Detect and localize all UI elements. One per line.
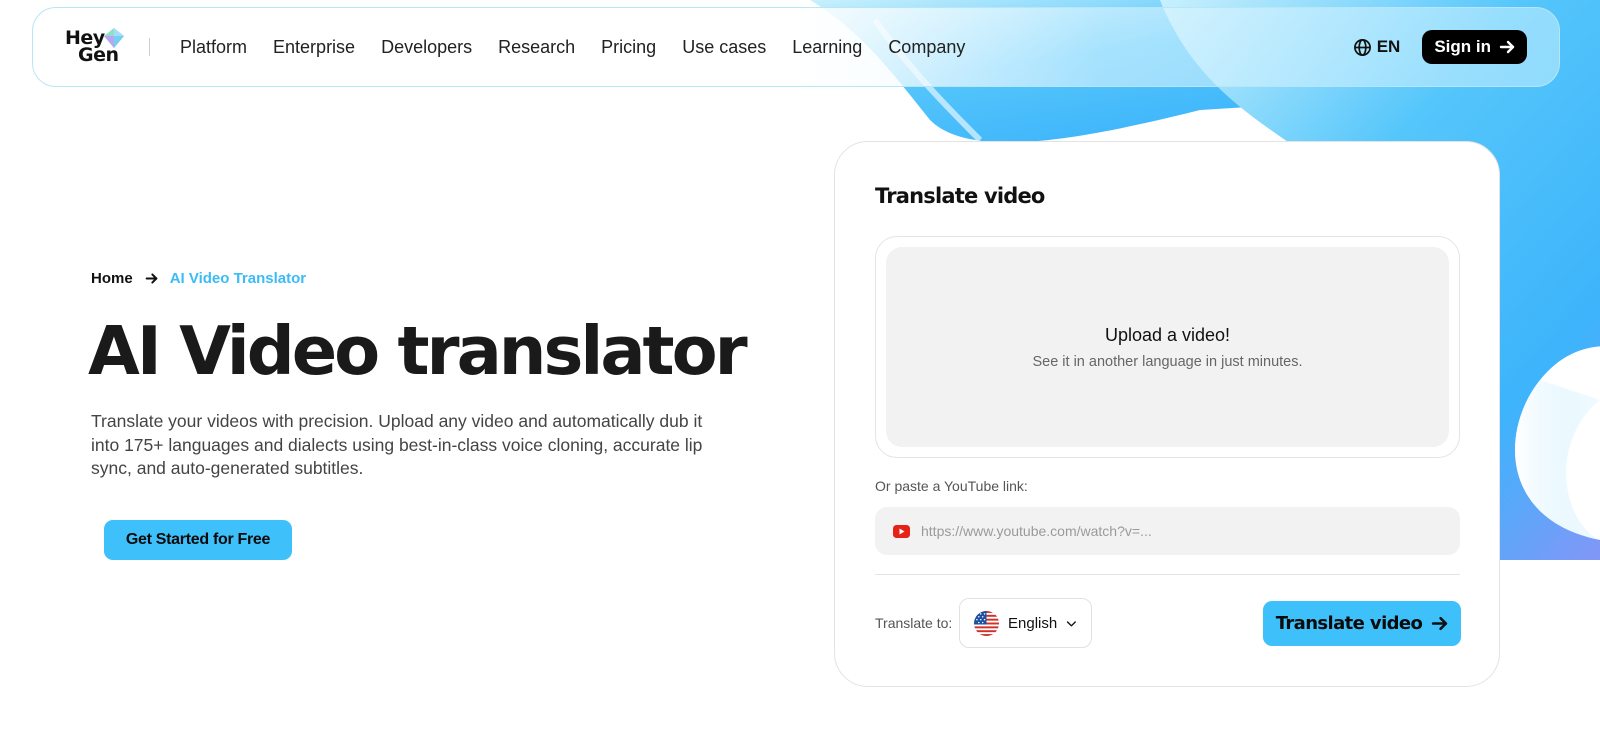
translate-video-card: Translate video Upload a video! See it i… (834, 141, 1500, 687)
language-code: EN (1376, 37, 1401, 56)
globe-icon (1353, 38, 1371, 56)
language-selector[interactable]: EN (1353, 37, 1401, 57)
target-language-select[interactable]: English (959, 598, 1092, 648)
upload-title: Upload a video! (1104, 324, 1231, 345)
breadcrumb: Home AI Video Translator (91, 270, 306, 287)
page-title: AI Video translator (88, 312, 748, 390)
youtube-link-label: Or paste a YouTube link: (875, 478, 1028, 494)
translate-video-button[interactable]: Translate video (1263, 601, 1461, 646)
translate-to-label: Translate to: (875, 615, 953, 631)
translate-button-label: Translate video (1275, 613, 1423, 634)
nav-link-learning[interactable]: Learning (792, 37, 862, 58)
heygen-logo[interactable]: Hey Gen (65, 25, 135, 69)
breadcrumb-home-link[interactable]: Home (91, 270, 133, 287)
nav-link-enterprise[interactable]: Enterprise (273, 37, 355, 58)
chevron-down-icon (1067, 620, 1077, 627)
upload-dropzone[interactable]: Upload a video! See it in another langua… (886, 247, 1449, 447)
nav-links: Platform Enterprise Developers Research … (180, 37, 991, 58)
breadcrumb-current: AI Video Translator (169, 270, 307, 287)
arrow-right-icon (1499, 40, 1515, 54)
arrow-right-icon (1432, 616, 1448, 631)
hero-description: Translate your videos with precision. Up… (91, 411, 703, 478)
logo-gem-icon (104, 28, 124, 48)
nav-right-actions: EN Sign in (1353, 30, 1527, 64)
nav-link-use-cases[interactable]: Use cases (682, 37, 766, 58)
sign-in-label: Sign in (1434, 37, 1491, 56)
nav-link-developers[interactable]: Developers (381, 37, 472, 58)
card-title: Translate video (875, 184, 1045, 208)
divider (875, 574, 1460, 575)
youtube-icon (893, 524, 910, 538)
arrow-right-icon (145, 273, 158, 284)
us-flag-icon (974, 610, 999, 636)
top-navigation-bar: Hey Gen Platform Enterprise Developers R… (32, 7, 1560, 87)
sign-in-button[interactable]: Sign in (1422, 30, 1527, 64)
upload-subtitle: See it in another language in just minut… (1032, 353, 1303, 370)
youtube-link-input[interactable] (921, 523, 1442, 539)
youtube-input-container (875, 507, 1460, 555)
nav-link-research[interactable]: Research (498, 37, 575, 58)
upload-area: Upload a video! See it in another langua… (875, 236, 1460, 458)
selected-language: English (1008, 614, 1058, 632)
nav-link-pricing[interactable]: Pricing (601, 37, 656, 58)
get-started-button[interactable]: Get Started for Free (104, 520, 292, 560)
nav-link-company[interactable]: Company (888, 37, 965, 58)
nav-link-platform[interactable]: Platform (180, 37, 247, 58)
nav-divider (149, 38, 150, 56)
